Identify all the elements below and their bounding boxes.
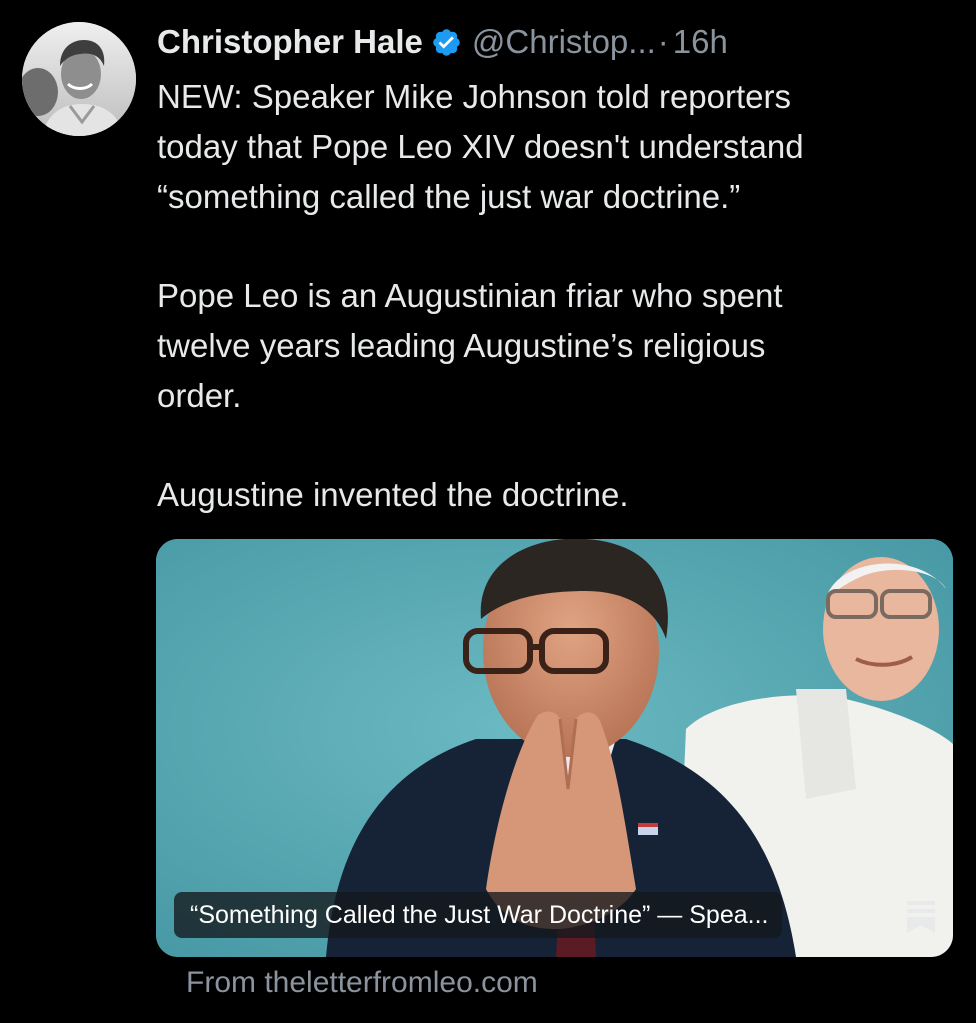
- display-name[interactable]: Christopher Hale: [157, 23, 423, 61]
- tweet-paragraph-1: NEW: Speaker Mike Johnson told reporters…: [157, 78, 804, 215]
- tweet-paragraph-3: Augustine invented the doctrine.: [157, 476, 629, 513]
- avatar-photo: [22, 22, 136, 136]
- tweet[interactable]: Christopher Hale @Christop... · 16h NEW:…: [0, 0, 976, 1023]
- timestamp[interactable]: 16h: [673, 23, 728, 61]
- substack-bookmark-icon: [905, 899, 937, 935]
- tweet-header: Christopher Hale @Christop... · 16h: [157, 20, 728, 64]
- author-handle[interactable]: @Christop...: [472, 23, 656, 61]
- link-card-title[interactable]: “Something Called the Just War Doctrine”…: [174, 892, 783, 938]
- link-card-source[interactable]: From theletterfromleo.com: [186, 966, 538, 1000]
- verified-badge-icon: [431, 27, 462, 58]
- avatar[interactable]: [22, 22, 136, 136]
- link-card[interactable]: “Something Called the Just War Doctrine”…: [156, 539, 953, 957]
- separator-dot: ·: [657, 23, 669, 60]
- tweet-text: NEW: Speaker Mike Johnson told reporters…: [157, 72, 947, 520]
- tweet-paragraph-2: Pope Leo is an Augustinian friar who spe…: [157, 277, 783, 414]
